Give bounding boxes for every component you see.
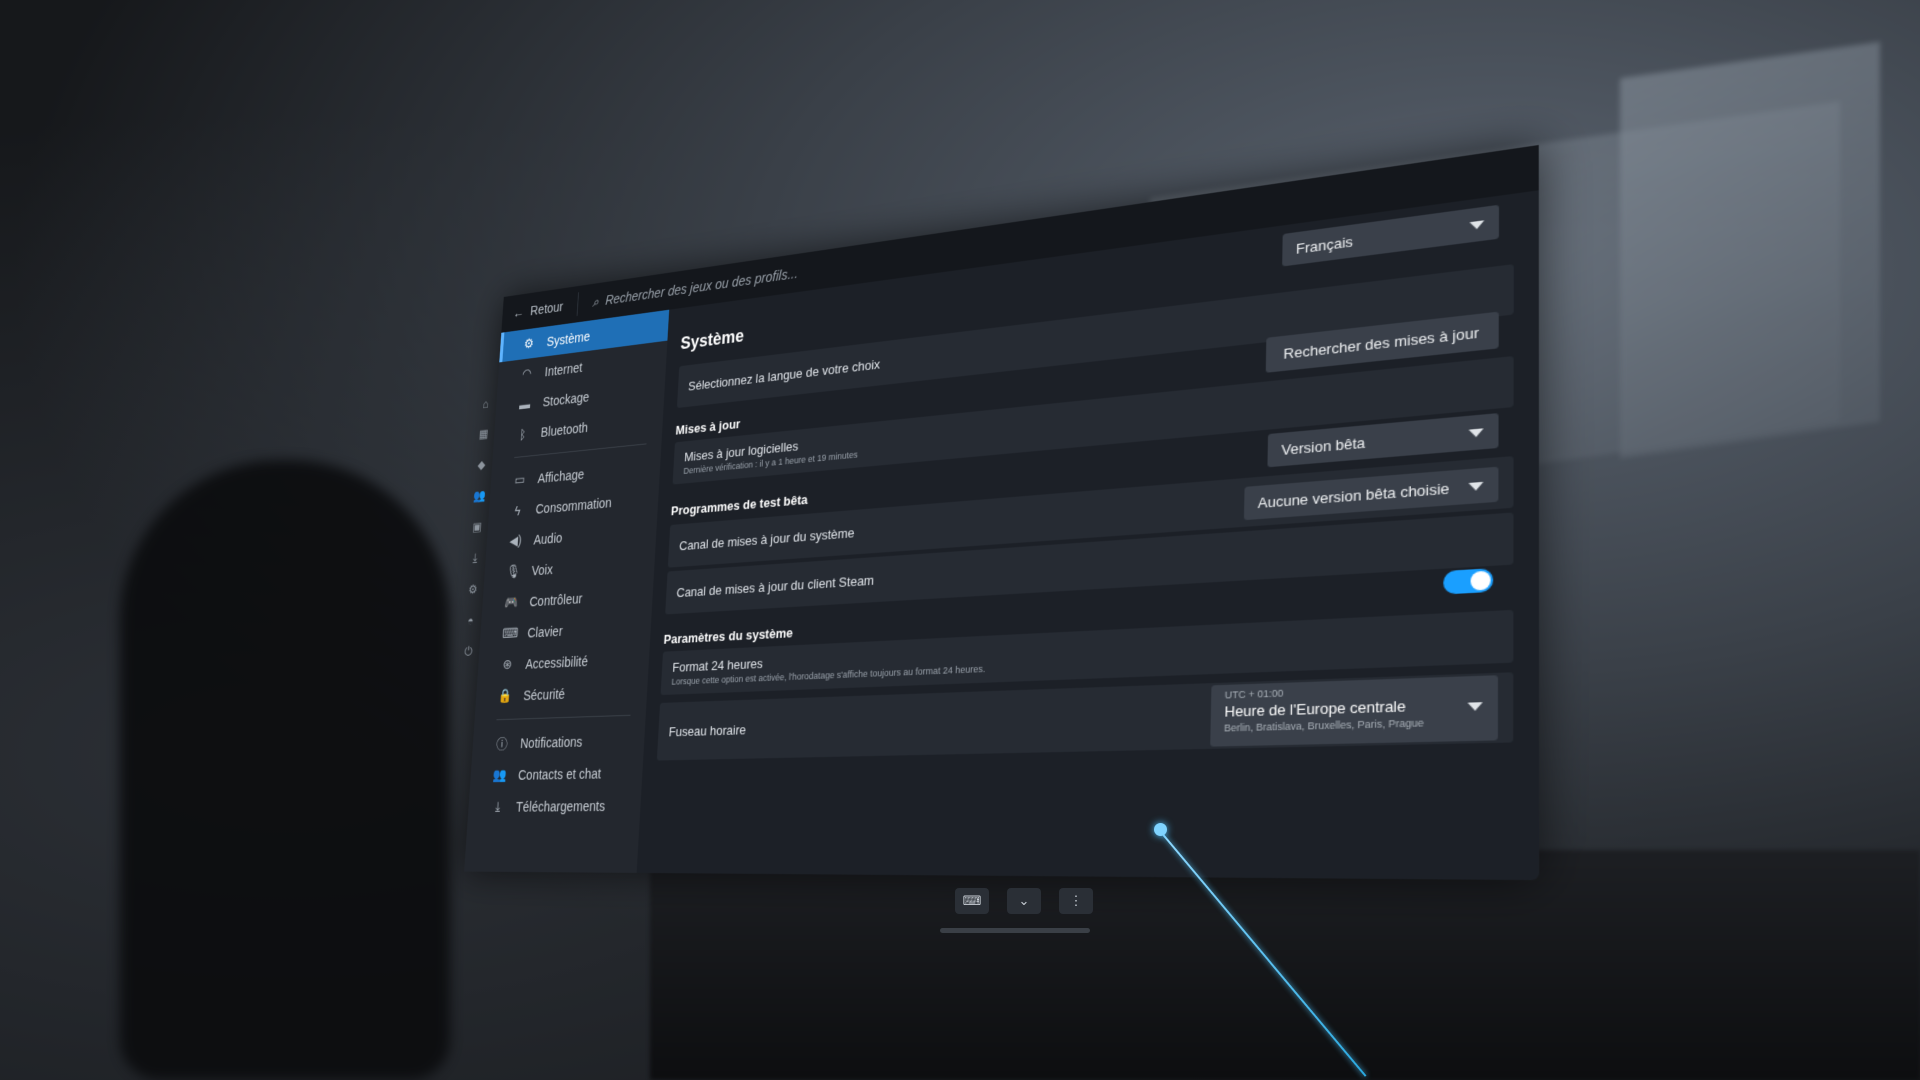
back-button[interactable]: ← Retour [513,299,564,321]
sidebar-item-label: Accessibilité [525,652,589,672]
microphone-icon: 🎙 [506,563,522,580]
gamepad-icon: 🎮 [504,594,519,610]
sidebar-item-label: Voix [531,561,554,578]
monitor-icon: ▭ [514,471,526,488]
download-icon[interactable]: ⤓ [472,551,477,566]
grid-icon[interactable]: ▦ [478,426,489,442]
keyboard-icon: ⌨ [501,624,519,641]
friends-icon: 👥 [492,766,508,783]
sidebar-item-label: Clavier [527,622,564,640]
beta-version-value: Version bêta [1281,433,1366,458]
gear-icon[interactable]: ⚙ [468,582,478,597]
beta-section-title: Programmes de test bêta [670,491,809,519]
chair-silhouette [120,460,450,1080]
format-24h-toggle[interactable] [1443,568,1494,595]
format-24h-label: Format 24 heures [672,655,764,675]
speaker-icon: ◀) [509,532,523,549]
vr-headset-icon[interactable]: ◓ [467,614,474,628]
system-channel-value: Aucune version bêta choisie [1257,479,1450,511]
chevron-down-icon [1467,702,1483,711]
sidebar-item-telechargements[interactable]: ⤓ Téléchargements [468,789,642,823]
sidebar-item-label: Contrôleur [529,590,583,609]
vr-pointer-cursor [1154,823,1167,836]
settings-sidebar: ⚙ Système ◠ Internet ▬ Stockage ᛒ Blueto… [464,309,670,873]
gear-icon: ⚙ [523,335,535,352]
image-icon[interactable]: ▣ [472,519,482,534]
power-icon[interactable]: ⏻ [464,644,473,659]
more-options-button[interactable]: ⋮ [1059,888,1093,914]
sidebar-item-label: Système [546,328,591,349]
system-params-section-title: Paramètres du système [663,625,794,647]
home-icon[interactable]: ⌂ [482,397,489,411]
client-channel-label: Canal de mises à jour du client Steam [676,571,875,600]
sidebar-item-label: Consommation [535,494,613,517]
sidebar-item-label: Audio [533,529,563,547]
sidebar-divider [496,714,631,721]
window-grab-handle[interactable] [940,928,1090,933]
system-channel-label: Canal de mises à jour du système [678,524,855,553]
storage-icon: ▬ [518,395,531,412]
sidebar-item-label: Téléchargements [515,797,606,815]
chevron-down-icon [1469,219,1485,230]
page-title: Système [680,325,745,354]
lock-icon: 🔒 [497,687,513,704]
dots-vertical-icon: ⋮ [1069,893,1083,908]
accessibility-icon: ⊛ [502,656,513,672]
sidebar-item-label: Bluetooth [540,419,589,440]
sidebar-item-label: Affichage [537,466,585,486]
download-icon: ⤓ [494,798,501,814]
sidebar-item-label: Contacts et chat [517,765,602,783]
timezone-label: Fuseau horaire [668,721,747,739]
keyboard-toggle-button[interactable]: ⌨ [955,888,989,914]
updates-section-title: Mises à jour [675,416,741,438]
vr-panel-stage: ⌂ ▦ ◆ 👥 ▣ ⤓ ⚙ ◓ ⏻ ← Retour ⌕ Rechercher … [430,144,1540,970]
tag-icon[interactable]: ◆ [477,457,486,472]
sidebar-item-label: Internet [544,359,583,379]
sidebar-item-label: Sécurité [522,685,566,703]
settings-panel: ⌂ ▦ ◆ 👥 ▣ ⤓ ⚙ ◓ ⏻ ← Retour ⌕ Rechercher … [464,144,1540,881]
chevron-down-icon: ⌄ [1018,893,1030,908]
back-label: Retour [529,298,564,319]
chevron-down-icon [1468,427,1484,438]
bluetooth-icon: ᛒ [519,426,527,442]
wifi-icon: ◠ [521,365,533,382]
dock-button[interactable]: ⌄ [1007,888,1041,914]
sidebar-item-notifications[interactable]: ⓘ Notifications [472,723,645,760]
lightning-icon: ϟ [514,502,522,518]
language-value: Français [1295,232,1354,257]
sidebar-item-contacts[interactable]: 👥 Contacts et chat [470,756,644,791]
info-icon: ⓘ [495,735,509,752]
chevron-down-icon [1468,481,1484,491]
settings-content: Système Français Sélectionnez la langue … [650,194,1514,880]
search-icon: ⌕ [592,293,600,309]
room-window-right [1620,41,1880,459]
sidebar-item-label: Stockage [542,388,590,409]
language-label: Sélectionnez la langue de votre choix [687,356,881,394]
floating-toolbar: ⌨ ⌄ ⋮ [955,888,1093,914]
divider [576,292,579,317]
arrow-left-icon: ← [512,304,525,321]
friends-icon[interactable]: 👥 [473,488,486,504]
sidebar-item-securite[interactable]: 🔒 Sécurité [475,674,648,712]
keyboard-icon: ⌨ [962,893,982,908]
timezone-dropdown[interactable]: UTC + 01:00 Heure de l'Europe centrale B… [1210,675,1499,747]
sidebar-item-label: Notifications [519,733,583,751]
